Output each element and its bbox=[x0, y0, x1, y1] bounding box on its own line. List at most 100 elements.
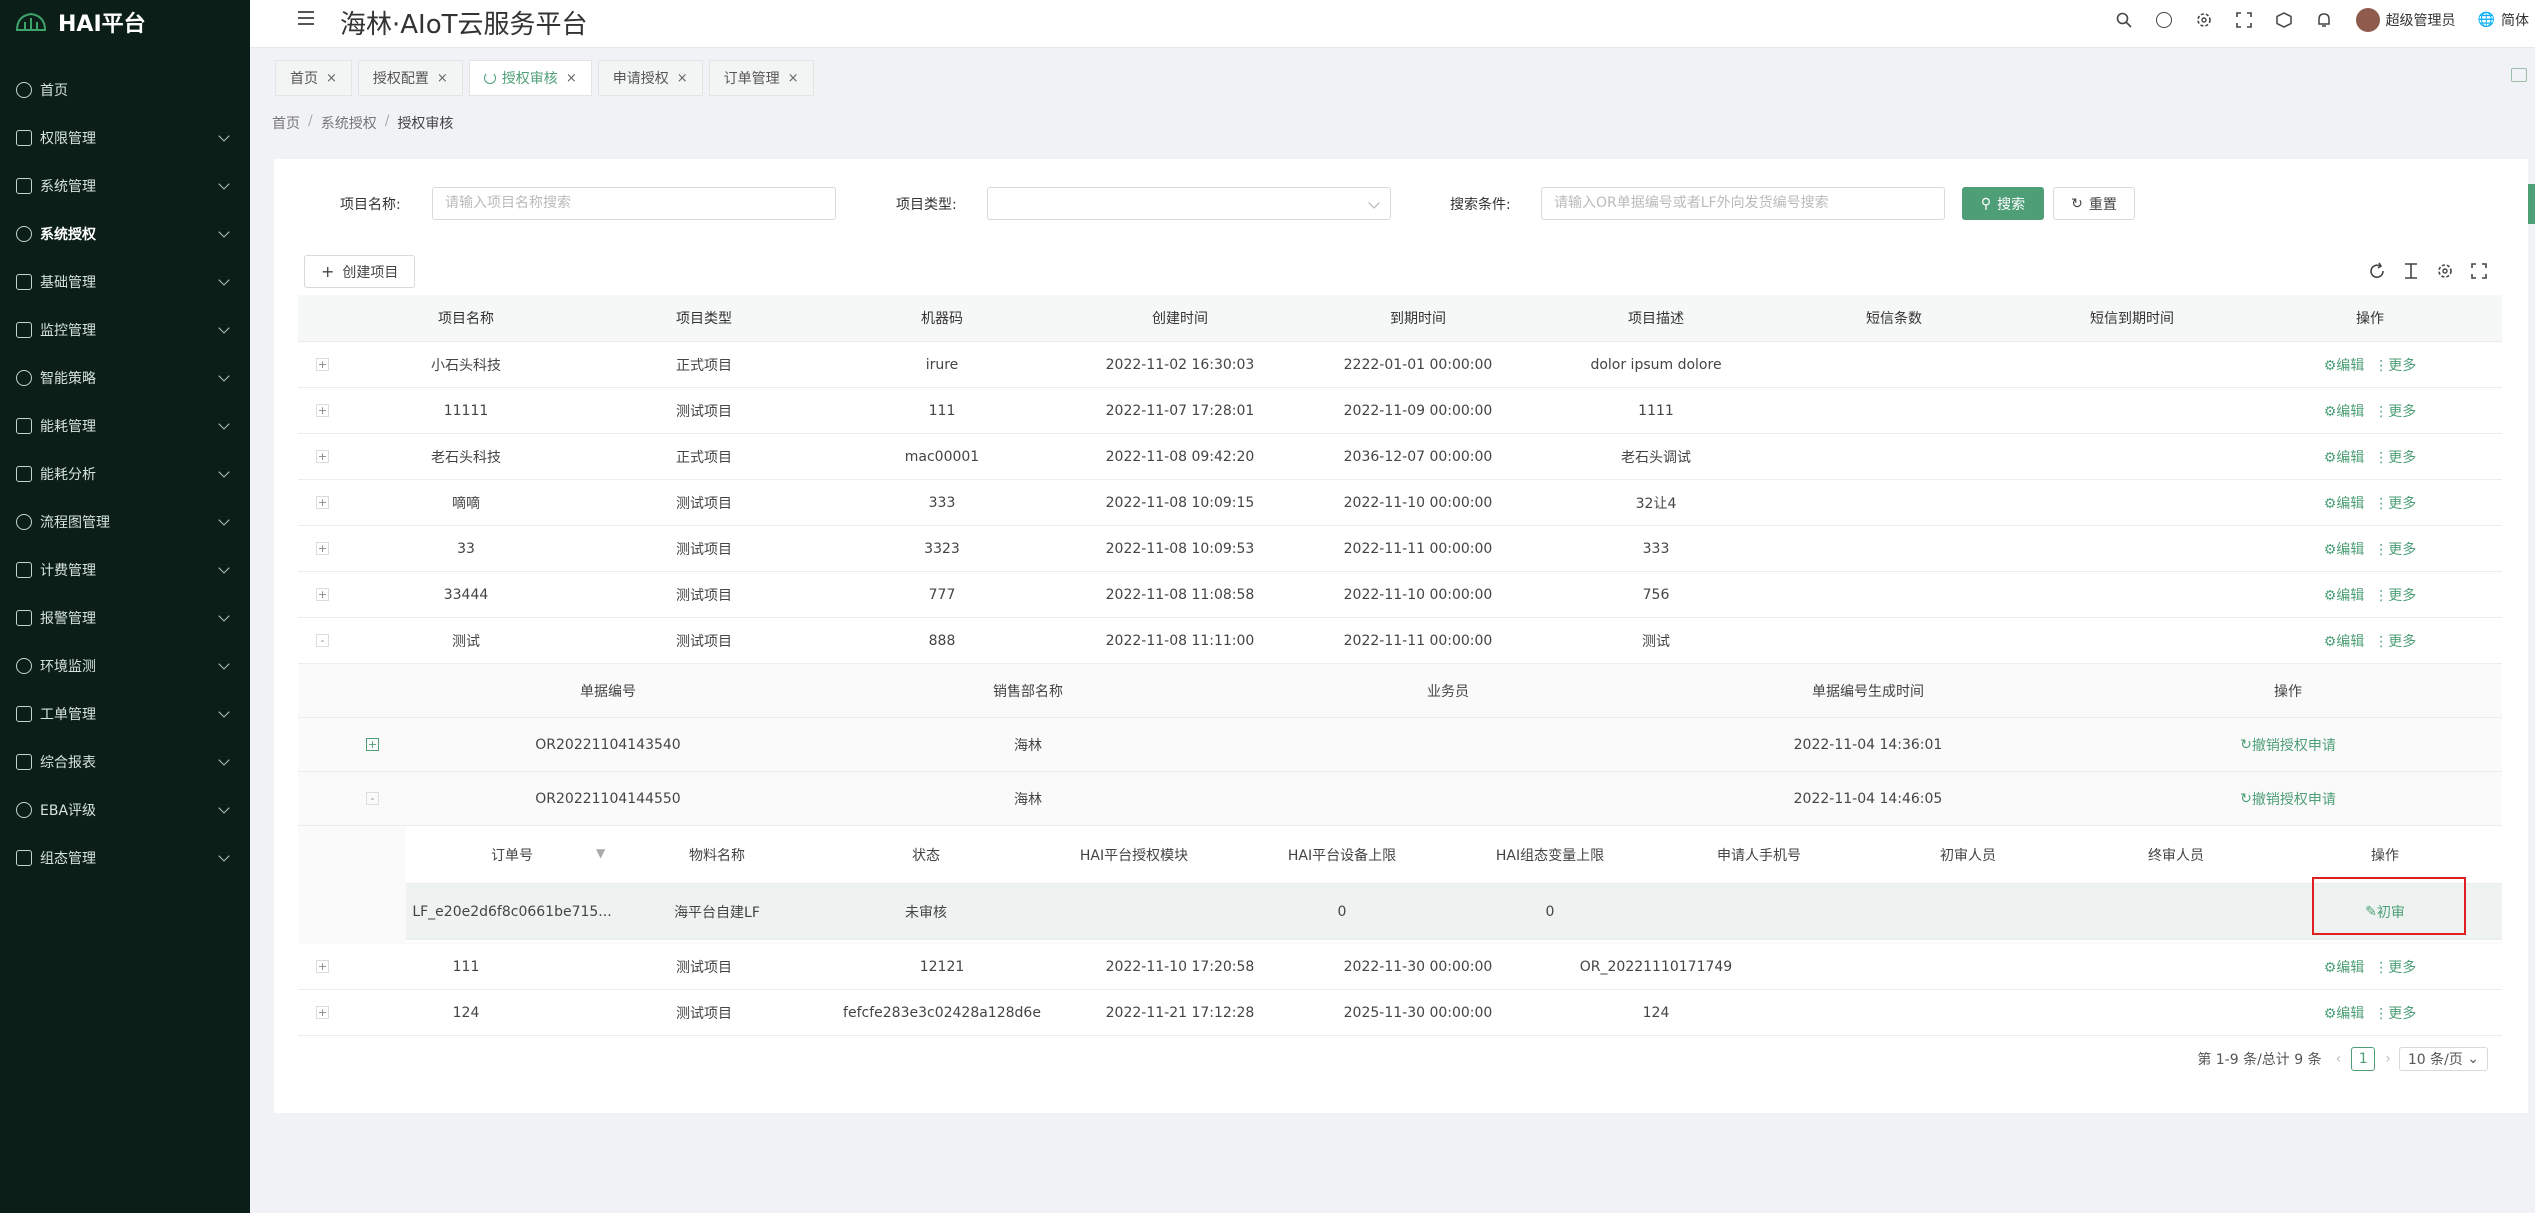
fullscreen-icon[interactable] bbox=[2235, 12, 2252, 28]
tab[interactable]: 授权配置 × bbox=[357, 60, 463, 96]
globe-icon[interactable]: 🌐 bbox=[2478, 12, 2495, 28]
edit-link[interactable]: ⚙编辑 bbox=[2324, 539, 2365, 559]
sidebar-item[interactable]: 综合报表 bbox=[0, 738, 250, 786]
table-row[interactable]: +11111 测试项目 111 2022-11-07 17:28:01 2022-11-… bbox=[298, 388, 2502, 434]
reload-icon[interactable] bbox=[2368, 262, 2386, 280]
breadcrumb-item[interactable]: 首页 bbox=[272, 113, 300, 133]
sidebar-item[interactable]: 计费管理 bbox=[0, 546, 250, 594]
search-icon[interactable] bbox=[2116, 12, 2132, 28]
order-row[interactable]: LF_e20e2d6f8c0661be715... 海平台自建LF 未审核 0 0 ✎ 初审 bbox=[406, 884, 2502, 940]
table-row[interactable]: + 嘀嘀 测试项目 333 2022-11-08 10:09:15 2022-11-10 … bbox=[298, 480, 2502, 526]
condition-input[interactable]: 请输入OR单据编号或者LF外向发货编号搜索 bbox=[1541, 187, 1945, 220]
edit-link[interactable]: ⚙编辑 bbox=[2324, 957, 2365, 977]
package-icon[interactable] bbox=[2275, 12, 2292, 28]
breadcrumb-item[interactable]: 系统授权 bbox=[321, 113, 377, 133]
close-icon[interactable]: × bbox=[677, 71, 688, 86]
sidebar-item[interactable]: 流程图管理 bbox=[0, 498, 250, 546]
expand-toggle-icon[interactable]: + bbox=[316, 588, 329, 601]
edit-link[interactable]: ⚙编辑 bbox=[2324, 401, 2365, 421]
table-row[interactable]: +33 测试项目 3323 2022-11-08 10:09:53 2022-11-11… bbox=[298, 526, 2502, 572]
close-icon[interactable]: × bbox=[566, 71, 577, 86]
expand-toggle-icon[interactable]: - bbox=[316, 634, 329, 647]
user-name[interactable]: 超级管理员 bbox=[2386, 10, 2456, 30]
page-1[interactable]: 1 bbox=[2351, 1047, 2376, 1071]
sidebar-item[interactable]: 监控管理 bbox=[0, 306, 250, 354]
prev-page-icon[interactable]: ‹ bbox=[2336, 1051, 2342, 1067]
page-size-select[interactable]: 10 条/页 ⌄ bbox=[2398, 1047, 2488, 1071]
sidebar-item[interactable]: 权限管理 bbox=[0, 114, 250, 162]
reset-button[interactable]: ↻ 重置 bbox=[2053, 187, 2135, 220]
more-link[interactable]: ⋮更多 bbox=[2374, 631, 2416, 651]
edit-link[interactable]: ⚙编辑 bbox=[2324, 1003, 2365, 1023]
expand-toggle-icon[interactable]: + bbox=[316, 542, 329, 555]
create-project-button[interactable]: + 创建项目 bbox=[304, 255, 416, 288]
tab[interactable]: 订单管理 × bbox=[708, 60, 814, 96]
expand-toggle-icon[interactable]: + bbox=[366, 738, 379, 751]
expand-toggle-icon[interactable]: + bbox=[316, 450, 329, 463]
more-link[interactable]: ⋮更多 bbox=[2374, 447, 2416, 467]
lock-icon[interactable] bbox=[2511, 68, 2527, 82]
sidebar-item[interactable]: 基础管理 bbox=[0, 258, 250, 306]
language-switch[interactable]: 简体 bbox=[2501, 10, 2529, 30]
more-link[interactable]: ⋮更多 bbox=[2374, 1003, 2416, 1023]
tab[interactable]: 申请授权 × bbox=[597, 60, 703, 96]
fullscreen-icon[interactable] bbox=[2470, 262, 2488, 280]
next-page-icon[interactable]: › bbox=[2385, 1051, 2391, 1067]
more-link[interactable]: ⋮更多 bbox=[2374, 401, 2416, 421]
project-name-input[interactable]: 请输入项目名称搜索 bbox=[432, 187, 836, 220]
help-icon[interactable] bbox=[2155, 12, 2172, 28]
expand-toggle-icon[interactable]: + bbox=[316, 358, 329, 371]
expand-toggle-icon[interactable]: + bbox=[316, 960, 329, 973]
sidebar-item[interactable]: 报警管理 bbox=[0, 594, 250, 642]
table-row[interactable]: +33444 测试项目 777 2022-11-08 11:08:58 2022-11-… bbox=[298, 572, 2502, 618]
sidebar-item[interactable]: 智能策略 bbox=[0, 354, 250, 402]
sidebar-item[interactable]: 系统管理 bbox=[0, 162, 250, 210]
more-link[interactable]: ⋮更多 bbox=[2374, 493, 2416, 513]
sidebar-item[interactable]: EBA评级 bbox=[0, 786, 250, 834]
table-row[interactable]: +124 测试项目 fefcfe283e3c02428a128d6e 2022-11-… bbox=[298, 990, 2502, 1036]
sidebar-item[interactable]: 组态管理 bbox=[0, 834, 250, 882]
close-icon[interactable]: × bbox=[326, 71, 337, 86]
more-link[interactable]: ⋮更多 bbox=[2374, 957, 2416, 977]
subtable-row[interactable]: - OR20221104144550 海林 2022-11-04 14:46:05 ↻ 撤… bbox=[298, 772, 2502, 826]
table-row[interactable]: + 老石头科技 正式项目 mac00001 2022-11-08 09:42:20 203… bbox=[298, 434, 2502, 480]
column-height-icon[interactable] bbox=[2402, 262, 2420, 280]
edit-link[interactable]: ⚙编辑 bbox=[2324, 355, 2365, 375]
filter-icon[interactable]: ▼ bbox=[596, 846, 605, 860]
table-row[interactable]: - 测试 测试项目 888 2022-11-08 11:11:00 2022-11-11 … bbox=[298, 618, 2502, 664]
expand-toggle-icon[interactable]: - bbox=[366, 792, 379, 805]
close-icon[interactable]: × bbox=[788, 71, 799, 86]
sidebar-item[interactable]: 首页 bbox=[0, 66, 250, 114]
table-row[interactable]: +111 测试项目 12121 2022-11-10 17:20:58 2022-11-… bbox=[298, 944, 2502, 990]
edit-link[interactable]: ⚙编辑 bbox=[2324, 493, 2365, 513]
edit-link[interactable]: ⚙编辑 bbox=[2324, 631, 2365, 651]
menu-toggle-icon[interactable] bbox=[298, 11, 316, 29]
setting-icon[interactable] bbox=[2436, 262, 2454, 280]
project-type-select[interactable] bbox=[987, 187, 1391, 220]
subtable-row[interactable]: + OR20221104143540 海林 2022-11-04 14:36:01 ↻ 撤… bbox=[298, 718, 2502, 772]
more-link[interactable]: ⋮更多 bbox=[2374, 355, 2416, 375]
avatar[interactable] bbox=[2355, 8, 2380, 32]
expand-toggle-icon[interactable]: + bbox=[316, 404, 329, 417]
logo[interactable]: HAI平台 bbox=[0, 0, 250, 44]
edit-link[interactable]: ⚙编辑 bbox=[2324, 585, 2365, 605]
sidebar-item[interactable]: 系统授权 bbox=[0, 210, 250, 258]
expand-toggle-icon[interactable]: + bbox=[316, 1006, 329, 1019]
tab[interactable]: 授权审核 × bbox=[468, 60, 592, 96]
settings-icon[interactable] bbox=[2196, 12, 2212, 28]
sidebar-item[interactable]: 环境监测 bbox=[0, 642, 250, 690]
table-row[interactable]: + 小石头科技 正式项目 irure 2022-11-02 16:30:03 2222-0… bbox=[298, 342, 2502, 388]
expand-toggle-icon[interactable]: + bbox=[316, 496, 329, 509]
more-link[interactable]: ⋮更多 bbox=[2374, 585, 2416, 605]
search-button[interactable]: ⚲ 搜索 bbox=[1962, 187, 2044, 220]
revoke-link[interactable]: ↻ 撤销授权申请 bbox=[2188, 718, 2388, 771]
sidebar-item[interactable]: 能耗分析 bbox=[0, 450, 250, 498]
revoke-link[interactable]: ↻ 撤销授权申请 bbox=[2188, 772, 2388, 825]
tab[interactable]: 首页 × bbox=[275, 60, 352, 96]
notification-bell-icon[interactable] bbox=[2316, 12, 2332, 28]
edit-link[interactable]: ⚙编辑 bbox=[2324, 447, 2365, 467]
more-link[interactable]: ⋮更多 bbox=[2374, 539, 2416, 559]
sidebar-item[interactable]: 工单管理 bbox=[0, 690, 250, 738]
close-icon[interactable]: × bbox=[437, 71, 448, 86]
sidebar-item[interactable]: 能耗管理 bbox=[0, 402, 250, 450]
